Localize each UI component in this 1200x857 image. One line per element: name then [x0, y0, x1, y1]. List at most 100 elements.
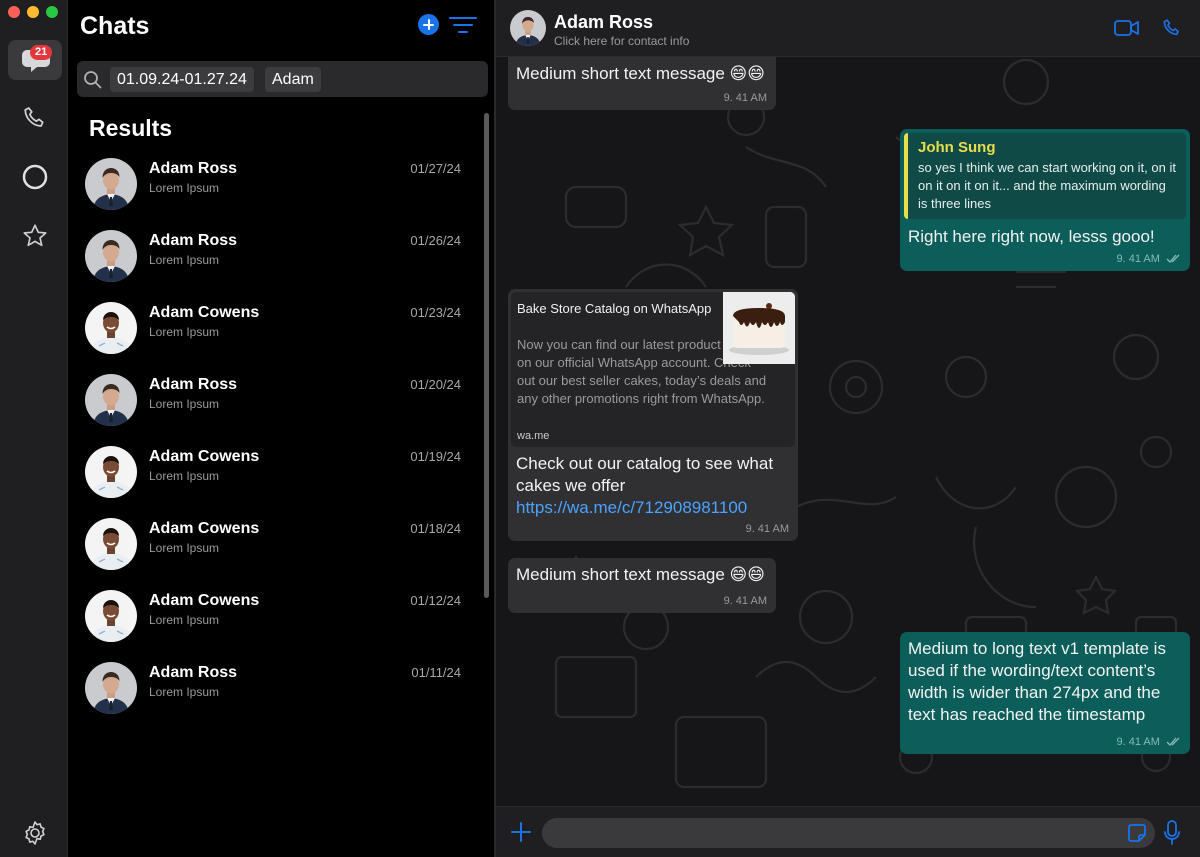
- chat-name: Adam Ross: [149, 232, 238, 249]
- chat-list-row[interactable]: Adam Cowens Lorem Ipsum 01/12/24: [69, 584, 479, 656]
- chat-date: 01/27/24: [410, 161, 461, 176]
- chat-preview: Lorem Ipsum: [149, 613, 220, 627]
- contact-avatar[interactable]: [510, 10, 546, 46]
- attach-plus-icon[interactable]: [511, 822, 531, 842]
- chat-preview: Lorem Ipsum: [149, 253, 220, 267]
- new-chat-button[interactable]: [418, 14, 439, 35]
- list-scrollbar[interactable]: [484, 113, 489, 598]
- message-time: 9. 41 AM: [1116, 736, 1160, 748]
- status-circle-icon: [22, 164, 48, 190]
- gear-icon: [25, 821, 45, 845]
- chat-date: 01/11/24: [411, 665, 461, 680]
- rail-settings-button[interactable]: [8, 813, 62, 853]
- search-icon: [84, 71, 102, 89]
- message-text: Check out our catalog to see what cakes …: [516, 454, 774, 495]
- message-bubble-outgoing[interactable]: Medium to long text v1 template is used …: [900, 632, 1190, 754]
- filter-icon[interactable]: [449, 16, 477, 34]
- chat-date: 01/26/24: [410, 233, 461, 248]
- link-preview-domain: wa.me: [517, 430, 550, 442]
- message-bubble-incoming[interactable]: Medium short text message 😄😄 9. 41 AM: [508, 57, 776, 110]
- rail-status-button[interactable]: [8, 157, 62, 197]
- chat-preview: Lorem Ipsum: [149, 541, 220, 555]
- message-bubble-outgoing[interactable]: John Sung so yes I think we can start wo…: [900, 129, 1190, 271]
- message-input[interactable]: [542, 818, 1155, 848]
- search-bar[interactable]: 01.09.24-01.27.24 Adam: [77, 61, 488, 97]
- rail-starred-button[interactable]: [8, 216, 62, 256]
- message-time-row: 9. 41 AM: [1117, 736, 1181, 748]
- avatar: [85, 662, 137, 714]
- chat-date: 01/23/24: [410, 305, 461, 320]
- minimize-window-button[interactable]: [27, 6, 39, 18]
- chat-name: Adam Cowens: [149, 448, 260, 465]
- chat-name: Adam Cowens: [149, 520, 260, 537]
- conversation-header[interactable]: Adam Ross Click here for contact info: [496, 0, 1200, 57]
- app-rail: 21: [0, 0, 68, 857]
- read-ticks-icon: [1166, 254, 1180, 263]
- microphone-icon[interactable]: [1163, 820, 1181, 846]
- chat-list-row[interactable]: Adam Cowens Lorem Ipsum 01/18/24: [69, 512, 479, 584]
- message-time-row: 9. 41 AM: [1117, 253, 1181, 265]
- chat-date: 01/12/24: [410, 593, 461, 608]
- rail-chats-button[interactable]: 21: [8, 40, 62, 80]
- chat-list-panel: Chats 01.09.24-01.27.24 Adam Results Ada…: [69, 0, 496, 857]
- quoted-text: so yes I think we can start working on i…: [918, 160, 1176, 211]
- chat-date: 01/18/24: [410, 521, 461, 536]
- contact-name[interactable]: Adam Ross: [554, 12, 653, 33]
- avatar: [85, 518, 137, 570]
- chat-name: Adam Cowens: [149, 592, 260, 609]
- chat-name: Adam Ross: [149, 376, 238, 393]
- avatar: [85, 374, 137, 426]
- message-composer: [496, 806, 1200, 857]
- quoted-reply[interactable]: John Sung so yes I think we can start wo…: [904, 133, 1186, 219]
- close-window-button[interactable]: [8, 6, 20, 18]
- message-time: 9. 41 AM: [723, 595, 767, 607]
- chat-list-row[interactable]: Adam Ross Lorem Ipsum 01/26/24: [69, 224, 479, 296]
- voice-call-icon[interactable]: [1161, 17, 1183, 39]
- sticker-icon[interactable]: [1127, 823, 1147, 843]
- message-time: 9. 41 AM: [723, 92, 767, 104]
- contact-info-hint[interactable]: Click here for contact info: [554, 34, 689, 48]
- avatar: [85, 446, 137, 498]
- search-chip-date-range[interactable]: 01.09.24-01.27.24: [110, 67, 254, 92]
- link-preview-card[interactable]: Bake Store Catalog on WhatsApp Now you c…: [511, 292, 795, 447]
- link-preview-title: Bake Store Catalog on WhatsApp: [517, 301, 712, 316]
- search-chip-name[interactable]: Adam: [265, 67, 321, 92]
- results-heading: Results: [89, 115, 173, 141]
- message-list[interactable]: Medium short text message 😄😄 9. 41 AM Jo…: [496, 57, 1200, 806]
- message-bubble-link-preview[interactable]: Bake Store Catalog on WhatsApp Now you c…: [508, 289, 798, 541]
- chats-title: Chats: [80, 12, 150, 40]
- read-ticks-icon: [1166, 737, 1180, 746]
- chat-preview: Lorem Ipsum: [149, 181, 220, 195]
- zoom-window-button[interactable]: [46, 6, 58, 18]
- chat-list-row[interactable]: Adam Ross Lorem Ipsum 01/20/24: [69, 368, 479, 440]
- chat-list-row[interactable]: Adam Ross Lorem Ipsum 01/11/24: [69, 656, 479, 728]
- phone-icon: [24, 107, 44, 127]
- message-text: Right here right now, lesss gooo!: [908, 227, 1155, 246]
- cake-thumbnail: [723, 292, 795, 364]
- chat-list-row[interactable]: Adam Cowens Lorem Ipsum 01/19/24: [69, 440, 479, 512]
- chat-name: Adam Ross: [149, 664, 238, 681]
- message-time: 9. 41 AM: [1116, 253, 1160, 265]
- video-call-icon[interactable]: [1114, 18, 1140, 38]
- chat-preview: Lorem Ipsum: [149, 469, 220, 483]
- unread-badge: 21: [30, 45, 53, 60]
- star-icon: [23, 224, 47, 247]
- rail-calls-button[interactable]: [8, 98, 62, 138]
- message-time: 9. 41 AM: [745, 523, 789, 535]
- chat-list-row[interactable]: Adam Ross Lorem Ipsum 01/27/24: [69, 152, 479, 224]
- chat-name: Adam Ross: [149, 160, 238, 177]
- message-text: Medium short text message 😄😄: [516, 64, 765, 83]
- chat-preview: Lorem Ipsum: [149, 685, 220, 699]
- message-link[interactable]: https://wa.me/c/712908981100: [511, 497, 795, 519]
- avatar: [85, 230, 137, 282]
- message-text: Medium short text message 😄😄: [516, 565, 765, 584]
- avatar: [85, 158, 137, 210]
- chat-list-row[interactable]: Adam Cowens Lorem Ipsum 01/23/24: [69, 296, 479, 368]
- avatar: [85, 302, 137, 354]
- conversation-panel: Adam Ross Click here for contact info Me…: [496, 0, 1200, 857]
- avatar: [85, 590, 137, 642]
- message-bubble-incoming[interactable]: Medium short text message 😄😄 9. 41 AM: [508, 558, 776, 613]
- quoted-author: John Sung: [918, 139, 996, 156]
- message-text: Medium to long text v1 template is used …: [908, 639, 1166, 724]
- chat-preview: Lorem Ipsum: [149, 397, 220, 411]
